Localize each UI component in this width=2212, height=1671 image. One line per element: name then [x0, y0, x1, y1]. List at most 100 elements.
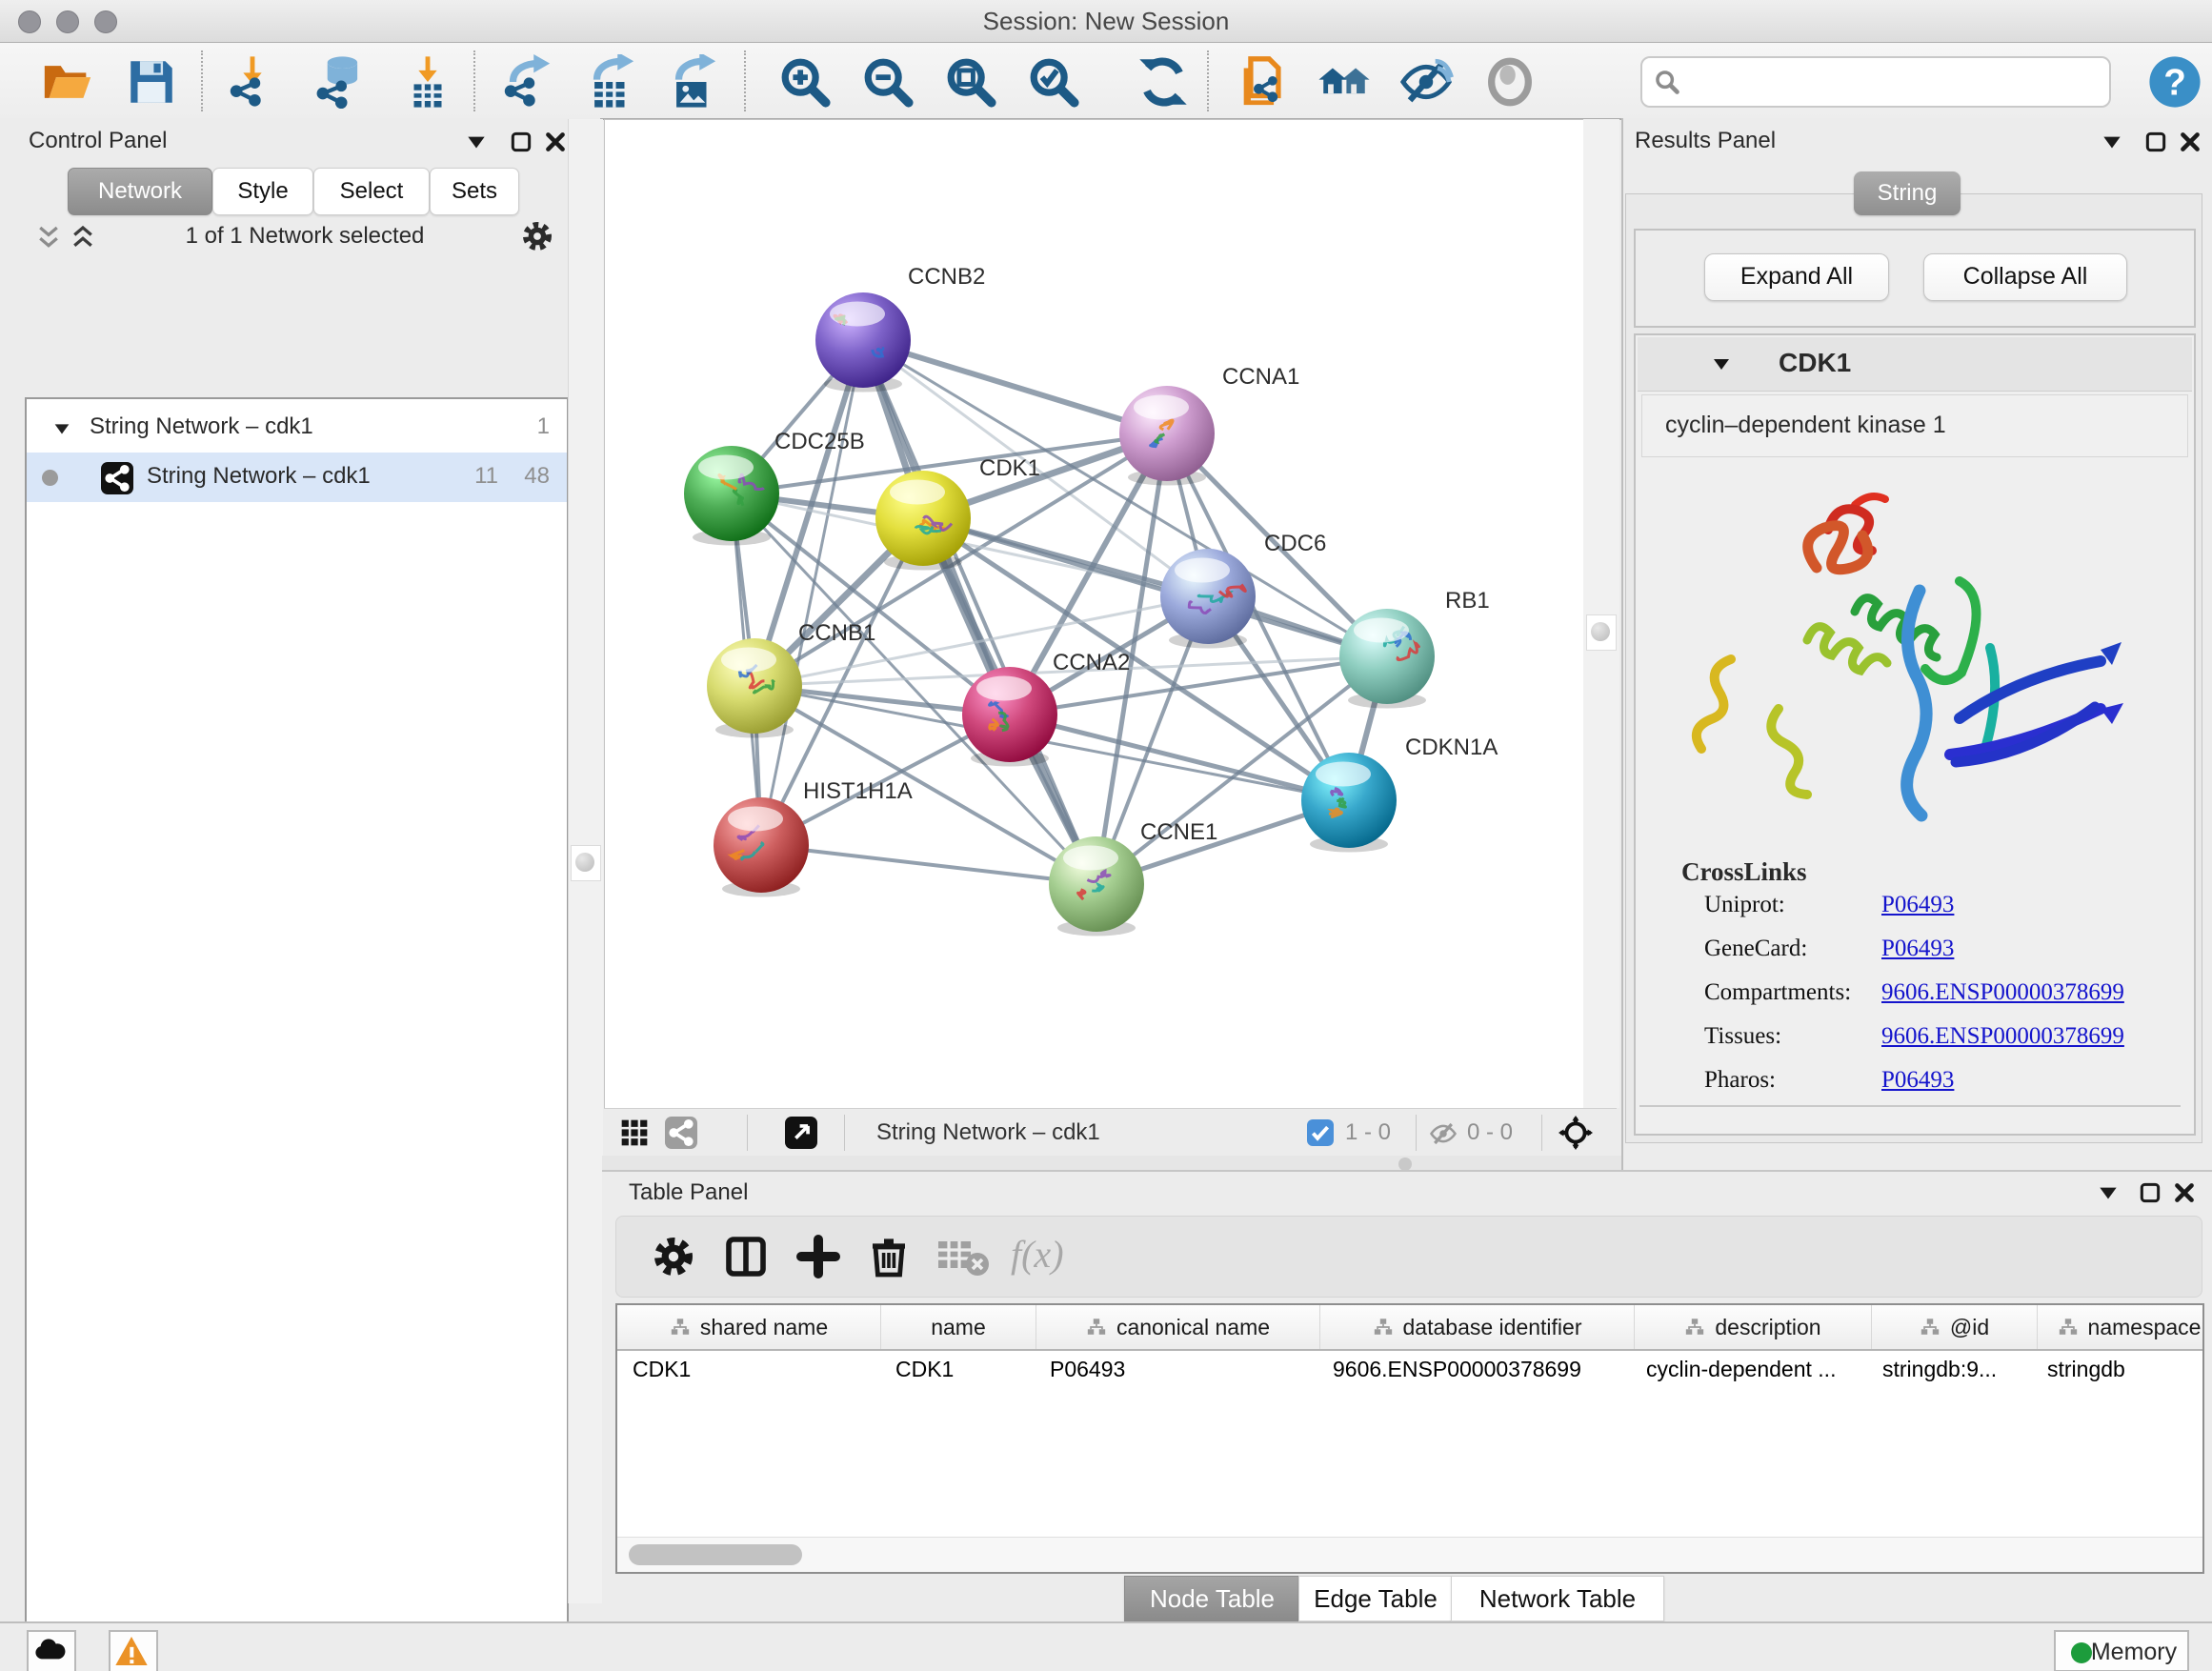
table-cell[interactable]: 9606.ENSP00000378699: [1317, 1351, 1631, 1387]
tab-node-table[interactable]: Node Table: [1124, 1576, 1300, 1621]
table-header-row[interactable]: shared namenamecanonical namedatabase id…: [617, 1305, 2202, 1351]
crosslink-link[interactable]: P06493: [1881, 1067, 1954, 1094]
column-header-name[interactable]: name: [881, 1305, 1036, 1349]
tab-select[interactable]: Select: [313, 168, 430, 215]
help-icon[interactable]: ?: [2147, 54, 2202, 110]
network-node-hist1h1a[interactable]: HIST1H1A: [714, 778, 913, 897]
import-network-from-database-icon[interactable]: [312, 54, 368, 110]
network-node-cdkn1a[interactable]: CDKN1A: [1301, 735, 1498, 853]
show-columns-icon[interactable]: [723, 1234, 769, 1279]
horizontal-scrollbar[interactable]: [617, 1537, 2202, 1572]
column-header-description[interactable]: description: [1635, 1305, 1872, 1349]
protein-collapse-caret-icon[interactable]: [1710, 352, 1733, 375]
panel-menu-caret-icon[interactable]: [2100, 130, 2124, 154]
save-session-icon[interactable]: [124, 54, 179, 110]
table-cell[interactable]: stringdb:9...: [1867, 1351, 2032, 1387]
table-cell[interactable]: cyclin-dependent ...: [1631, 1351, 1867, 1387]
expand-all-tree-icon[interactable]: [69, 223, 97, 252]
network-list-options-gear-icon[interactable]: [520, 219, 554, 253]
fit-content-crosshair-icon[interactable]: [1558, 1116, 1593, 1150]
add-column-icon[interactable]: [795, 1234, 841, 1279]
close-panel-icon[interactable]: [2178, 130, 2202, 154]
tab-edge-table[interactable]: Edge Table: [1298, 1576, 1453, 1621]
table-cell[interactable]: CDK1: [880, 1351, 1035, 1387]
float-panel-icon[interactable]: [2138, 1180, 2162, 1205]
table-cell[interactable]: stringdb: [2032, 1351, 2212, 1387]
tab-string[interactable]: String: [1854, 171, 1961, 215]
export-network-icon[interactable]: [499, 54, 554, 110]
column-header-id[interactable]: @id: [1872, 1305, 2038, 1349]
close-panel-icon[interactable]: [543, 130, 568, 154]
network-node-cdk1[interactable]: CDK1: [875, 455, 1040, 571]
column-header-sharedname[interactable]: shared name: [617, 1305, 881, 1349]
export-image-icon[interactable]: [665, 54, 720, 110]
collapse-all-button[interactable]: Collapse All: [1923, 253, 2127, 301]
scrollbar-thumb[interactable]: [629, 1544, 802, 1565]
network-node-ccna1[interactable]: CCNA1: [1119, 364, 1299, 486]
protein-header-row[interactable]: CDK1: [1638, 337, 2192, 392]
network-node-ccnb1[interactable]: CCNB1: [707, 620, 875, 738]
crosslink-link[interactable]: 9606.ENSP00000378699: [1881, 979, 2124, 1006]
delete-column-icon[interactable]: [866, 1234, 912, 1279]
network-canvas[interactable]: CCNB2CCNA1CDC25BCDK1CDC6RB1CCNB1CCNA2CDK…: [604, 119, 1584, 1109]
import-network-from-file-icon[interactable]: [225, 54, 280, 110]
node-label: CCNA1: [1222, 364, 1299, 390]
tab-sets[interactable]: Sets: [430, 168, 519, 215]
network-type-share-icon[interactable]: [665, 1117, 697, 1149]
crosslink-link[interactable]: P06493: [1881, 892, 1954, 918]
float-panel-icon[interactable]: [509, 130, 533, 154]
right-splitter-handle[interactable]: [1586, 614, 1617, 651]
refresh-view-icon[interactable]: [1136, 54, 1191, 110]
zoom-fit-icon[interactable]: [943, 54, 998, 110]
string-results-container: Expand All Collapse All CDK1 cyclin–depe…: [1625, 193, 2202, 1143]
float-panel-icon[interactable]: [2143, 130, 2168, 154]
horizontal-splitter-handle[interactable]: [1398, 1158, 1412, 1171]
table-options-gear-icon[interactable]: [651, 1234, 696, 1279]
tab-network[interactable]: Network: [68, 168, 212, 215]
warning-status-button[interactable]: [109, 1630, 158, 1671]
application-window: Session: New Session: [0, 0, 2212, 1671]
collection-expand-caret-icon[interactable]: [51, 418, 72, 439]
expand-all-button[interactable]: Expand All: [1704, 253, 1889, 301]
zoom-in-icon[interactable]: [777, 54, 833, 110]
tab-style[interactable]: Style: [212, 168, 313, 215]
close-panel-icon[interactable]: [2172, 1180, 2197, 1205]
hide-selected-icon[interactable]: [1398, 54, 1454, 110]
network-row-selected[interactable]: String Network – cdk1 11 48: [27, 453, 567, 502]
column-header-databaseidentifier[interactable]: database identifier: [1320, 1305, 1635, 1349]
panel-menu-caret-icon[interactable]: [2096, 1180, 2121, 1205]
crosslink-link[interactable]: P06493: [1881, 936, 1954, 962]
selected-nodes-checkbox[interactable]: [1307, 1119, 1334, 1146]
left-splitter[interactable]: [568, 119, 603, 1603]
crosslink-link[interactable]: 9606.ENSP00000378699: [1881, 1023, 2124, 1050]
right-splitter[interactable]: [1583, 119, 1619, 1108]
column-header-canonicalname[interactable]: canonical name: [1036, 1305, 1320, 1349]
collapse-all-tree-icon[interactable]: [34, 223, 63, 252]
crosslink-label: Tissues:: [1704, 1023, 1781, 1050]
network-collection-row[interactable]: String Network – cdk1 1: [27, 403, 567, 453]
table-cell[interactable]: P06493: [1035, 1351, 1317, 1387]
search-input[interactable]: [1686, 62, 2100, 100]
panel-menu-caret-icon[interactable]: [464, 130, 489, 154]
search-field[interactable]: [1640, 56, 2111, 108]
open-session-icon[interactable]: [40, 54, 95, 110]
left-splitter-handle[interactable]: [571, 845, 601, 881]
first-neighbors-icon[interactable]: [1317, 54, 1372, 110]
network-edge[interactable]: [761, 845, 1096, 884]
column-header-namespace[interactable]: namespace: [2038, 1305, 2212, 1349]
zoom-selected-icon[interactable]: [1026, 54, 1081, 110]
table-cell[interactable]: CDK1: [617, 1351, 880, 1387]
birds-eye-grid-icon[interactable]: [619, 1117, 650, 1148]
zoom-out-icon[interactable]: [860, 54, 915, 110]
import-table-from-file-icon[interactable]: [400, 54, 455, 110]
open-in-browser-icon[interactable]: [785, 1117, 817, 1149]
show-all-icon[interactable]: [1482, 54, 1538, 110]
network-edge[interactable]: [863, 340, 1167, 433]
network-node-rb1[interactable]: RB1: [1339, 588, 1490, 709]
memory-button[interactable]: Memory: [2054, 1630, 2189, 1671]
tab-network-table[interactable]: Network Table: [1451, 1576, 1664, 1621]
cloud-status-button[interactable]: [27, 1630, 76, 1671]
new-network-from-selection-icon[interactable]: [1235, 54, 1290, 110]
export-table-icon[interactable]: [583, 54, 638, 110]
table-row[interactable]: CDK1CDK1P064939606.ENSP00000378699cyclin…: [617, 1351, 2202, 1387]
